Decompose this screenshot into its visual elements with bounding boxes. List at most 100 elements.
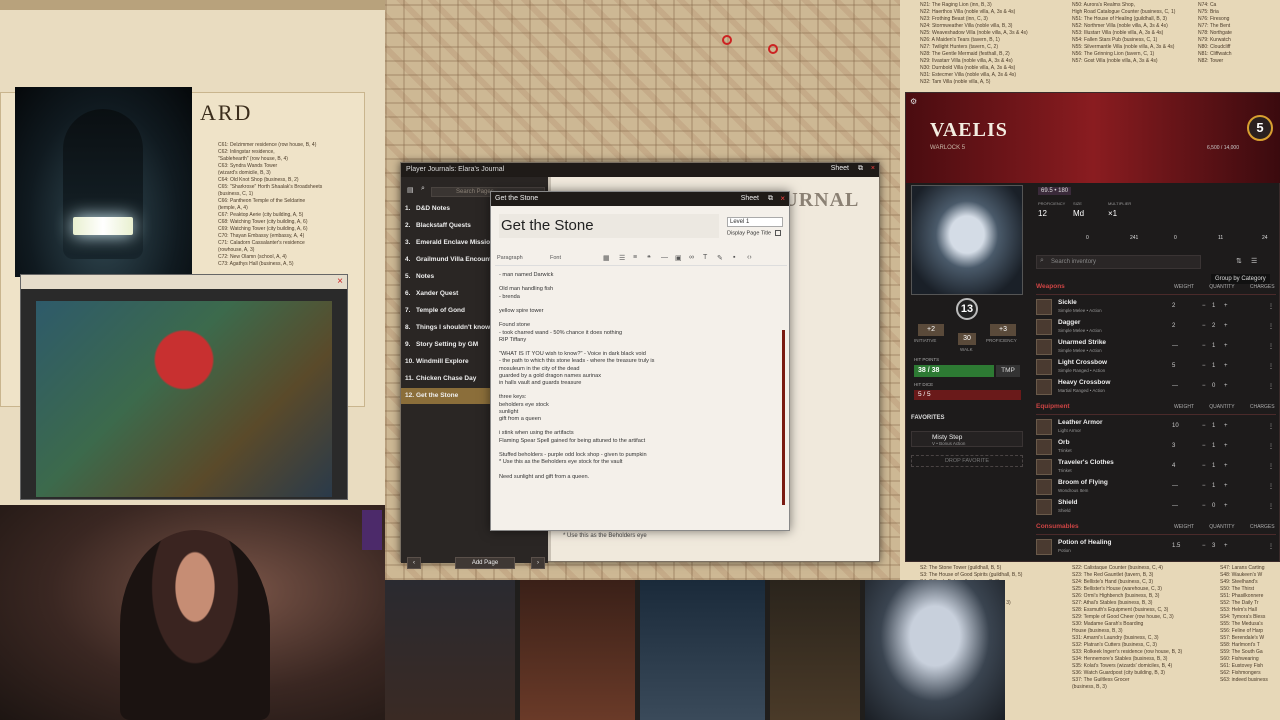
- drop-favorite-zone[interactable]: DROP FAVORITE: [911, 455, 1023, 467]
- inventory-row[interactable]: Orb Trinket 3 −1 + ⋮: [1036, 437, 1276, 457]
- numbered-list-icon[interactable]: ≡: [633, 254, 637, 261]
- inventory-row[interactable]: Unarmed Strike Simple Melee • Action — −1 + ⋮: [1036, 337, 1276, 357]
- item-name[interactable]: Orb: [1058, 439, 1070, 446]
- popout-icon[interactable]: ⧉: [858, 165, 863, 173]
- hit-dice-bar[interactable]: 5 / 5: [914, 390, 1021, 400]
- increase-quantity-button[interactable]: +: [1224, 363, 1228, 369]
- increase-quantity-button[interactable]: +: [1224, 483, 1228, 489]
- checkbox-icon[interactable]: [774, 230, 781, 236]
- decrease-quantity-button[interactable]: −: [1202, 323, 1206, 329]
- inventory-row[interactable]: Sickle Simple Melee • Action 2 −1 + ⋮: [1036, 297, 1276, 317]
- increase-quantity-button[interactable]: +: [1224, 383, 1228, 389]
- close-icon[interactable]: ×: [337, 276, 343, 287]
- item-menu-icon[interactable]: ⋮: [1268, 463, 1274, 470]
- magic-icon[interactable]: ✎: [717, 254, 723, 262]
- settings-icon[interactable]: ⚙: [910, 97, 917, 106]
- decrease-quantity-button[interactable]: −: [1202, 483, 1206, 489]
- list-icon[interactable]: ☰: [619, 254, 625, 262]
- increase-quantity-button[interactable]: +: [1224, 343, 1228, 349]
- page-body-text[interactable]: - man named Darwick Old man handling fis…: [499, 272, 783, 527]
- inventory-row[interactable]: Broom of Flying Wondrous Item — −1 + ⋮: [1036, 477, 1276, 497]
- clear-format-icon[interactable]: T: [703, 254, 707, 261]
- add-page-button[interactable]: Add Page: [455, 557, 515, 569]
- item-menu-icon[interactable]: ⋮: [1268, 383, 1274, 390]
- item-name[interactable]: Sickle: [1058, 299, 1077, 306]
- item-menu-icon[interactable]: ⋮: [1268, 423, 1274, 430]
- increase-quantity-button[interactable]: +: [1224, 463, 1228, 469]
- font-select[interactable]: Font: [550, 255, 561, 261]
- heading-level-select[interactable]: Level 1: [727, 217, 783, 227]
- decrease-quantity-button[interactable]: −: [1202, 463, 1206, 469]
- item-name[interactable]: Broom of Flying: [1058, 479, 1108, 486]
- prev-page-button[interactable]: ‹: [407, 557, 421, 569]
- item-name[interactable]: Unarmed Strike: [1058, 339, 1106, 346]
- increase-quantity-button[interactable]: +: [1224, 543, 1228, 549]
- quote-icon[interactable]: ❝: [647, 254, 651, 262]
- decrease-quantity-button[interactable]: −: [1202, 383, 1206, 389]
- sheet-button[interactable]: Sheet: [831, 165, 849, 172]
- close-icon[interactable]: ×: [780, 194, 785, 203]
- decrease-quantity-button[interactable]: −: [1202, 423, 1206, 429]
- inventory-row[interactable]: Potion of Healing Potion 1.5 −3 + ⋮: [1036, 537, 1276, 557]
- link-icon[interactable]: ∞: [689, 254, 694, 261]
- increase-quantity-button[interactable]: +: [1224, 303, 1228, 309]
- journal-titlebar[interactable]: Player Journals: Elara's Journal Sheet ⧉…: [401, 163, 879, 177]
- page-title-input[interactable]: Get the Stone: [499, 214, 719, 238]
- next-page-button[interactable]: ›: [531, 557, 545, 569]
- scrollbar[interactable]: [782, 330, 785, 505]
- group-icon[interactable]: ☰: [1251, 257, 1257, 265]
- beholder-image-window[interactable]: ×: [20, 274, 348, 500]
- item-menu-icon[interactable]: ⋮: [1268, 343, 1274, 350]
- item-menu-icon[interactable]: ⋮: [1268, 303, 1274, 310]
- item-menu-icon[interactable]: ⋮: [1268, 543, 1274, 550]
- increase-quantity-button[interactable]: +: [1224, 443, 1228, 449]
- hit-points-bar[interactable]: 38 / 38: [914, 365, 994, 377]
- editor-titlebar[interactable]: Get the Stone Sheet ⧉ ×: [491, 192, 789, 206]
- sort-icon[interactable]: ⇅: [1236, 257, 1242, 265]
- close-icon[interactable]: ×: [871, 165, 875, 172]
- item-name[interactable]: Heavy Crossbow: [1058, 379, 1110, 386]
- initiative-value[interactable]: +2: [918, 324, 944, 336]
- inventory-row[interactable]: Shield Shield — −0 + ⋮: [1036, 497, 1276, 517]
- source-code-icon[interactable]: ‹›: [747, 254, 752, 261]
- paragraph-style-select[interactable]: Paragraph: [497, 255, 523, 261]
- inventory-row[interactable]: Leather Armor Light Armor 10 −1 + ⋮: [1036, 417, 1276, 437]
- decrease-quantity-button[interactable]: −: [1202, 363, 1206, 369]
- list-icon[interactable]: ▤: [407, 186, 414, 194]
- item-menu-icon[interactable]: ⋮: [1268, 323, 1274, 330]
- decrease-quantity-button[interactable]: −: [1202, 543, 1206, 549]
- table-icon[interactable]: ▦: [603, 254, 610, 262]
- decrease-quantity-button[interactable]: −: [1202, 303, 1206, 309]
- map-marker[interactable]: [768, 44, 778, 54]
- inventory-search-input[interactable]: Search inventory: [1036, 255, 1201, 269]
- increase-quantity-button[interactable]: +: [1224, 423, 1228, 429]
- character-portrait[interactable]: [911, 185, 1023, 295]
- favorite-item[interactable]: Misty Step V • Bonus Action: [911, 431, 1023, 447]
- increase-quantity-button[interactable]: +: [1224, 323, 1228, 329]
- display-title-toggle[interactable]: Display Page Title: [727, 230, 781, 236]
- image-icon[interactable]: ▣: [675, 254, 682, 262]
- inventory-row[interactable]: Dagger Simple Melee • Action 2−2 + ⋮: [1036, 317, 1276, 337]
- item-menu-icon[interactable]: ⋮: [1268, 483, 1274, 490]
- save-icon[interactable]: ▪: [733, 254, 735, 261]
- decrease-quantity-button[interactable]: −: [1202, 503, 1206, 509]
- item-name[interactable]: Traveler's Clothes: [1058, 459, 1114, 466]
- item-name[interactable]: Potion of Healing: [1058, 539, 1111, 546]
- item-menu-icon[interactable]: ⋮: [1268, 443, 1274, 450]
- inventory-row[interactable]: Heavy Crossbow Martial Ranged • Action — −0…: [1036, 377, 1276, 397]
- page-editor-window[interactable]: Get the Stone Sheet ⧉ × Get the Stone Le…: [490, 191, 790, 531]
- decrease-quantity-button[interactable]: −: [1202, 343, 1206, 349]
- popout-icon[interactable]: ⧉: [768, 195, 773, 203]
- map-marker[interactable]: [722, 35, 732, 45]
- decrease-quantity-button[interactable]: −: [1202, 443, 1206, 449]
- item-name[interactable]: Dagger: [1058, 319, 1080, 326]
- item-menu-icon[interactable]: ⋮: [1268, 503, 1274, 510]
- item-name[interactable]: Leather Armor: [1058, 419, 1103, 426]
- inventory-row[interactable]: Light Crossbow Simple Ranged • Action 5 −1 +…: [1036, 357, 1276, 377]
- inventory-row[interactable]: Traveler's Clothes Trinket 4 −1 + ⋮: [1036, 457, 1276, 477]
- window-titlebar[interactable]: [21, 275, 347, 289]
- item-name[interactable]: Light Crossbow: [1058, 359, 1107, 366]
- temp-hp-box[interactable]: TMP: [996, 365, 1020, 377]
- increase-quantity-button[interactable]: +: [1224, 503, 1228, 509]
- sheet-button[interactable]: Sheet: [741, 195, 759, 202]
